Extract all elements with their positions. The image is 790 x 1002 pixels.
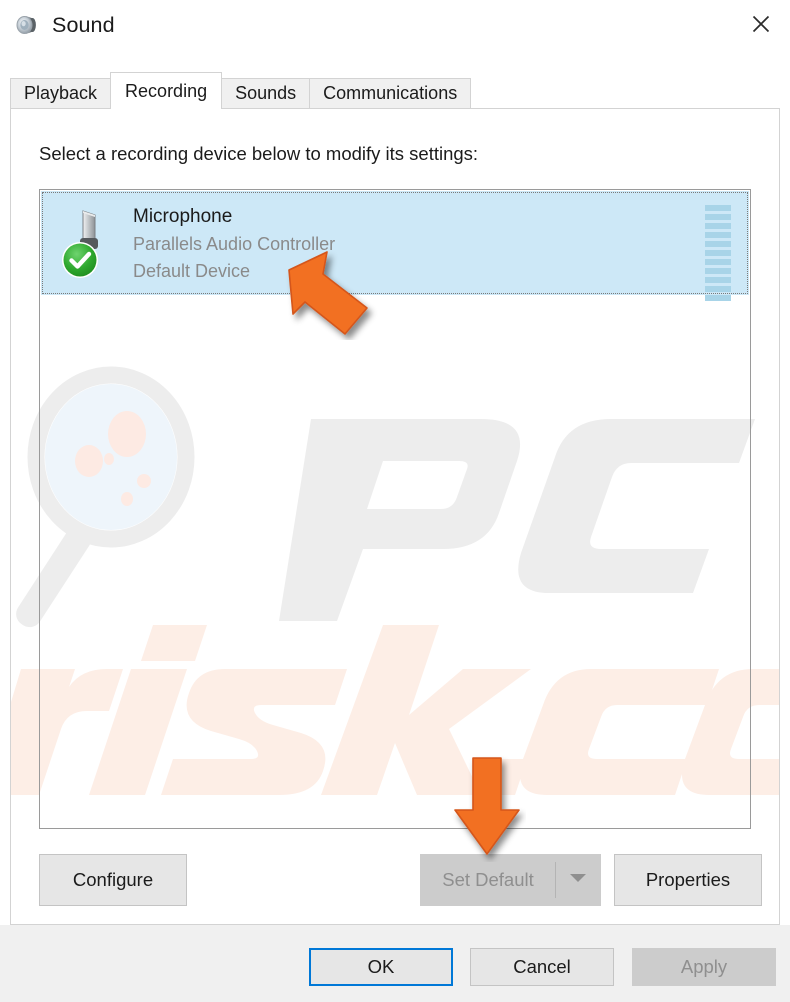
tab-sounds-label: Sounds [235, 83, 297, 103]
cancel-button-label: Cancel [513, 956, 571, 977]
tab-playback-label: Playback [24, 83, 98, 103]
meter-segment [705, 277, 731, 283]
meter-segment [705, 268, 731, 274]
panel-instruction: Select a recording device below to modif… [39, 143, 479, 164]
properties-button-label: Properties [645, 869, 731, 890]
list-item[interactable]: Microphone Parallels Audio Controller De… [41, 191, 749, 301]
speaker-icon [13, 11, 41, 39]
title-bar: Sound [0, 0, 790, 62]
tab-communications[interactable]: Communications [309, 78, 472, 108]
device-action-buttons: Configure Set Default Properties [39, 854, 762, 906]
tab-communications-label: Communications [323, 83, 458, 103]
chevron-down-icon [569, 871, 587, 889]
device-icon-group [61, 207, 123, 279]
set-default-dropdown-button[interactable] [556, 855, 600, 905]
device-name: Microphone [133, 205, 233, 227]
meter-segment [705, 232, 731, 238]
green-check-icon [61, 241, 99, 284]
tab-sounds[interactable]: Sounds [221, 78, 311, 108]
recording-device-list[interactable]: Microphone Parallels Audio Controller De… [39, 189, 751, 829]
volume-meter [705, 205, 731, 301]
dialog-footer: OK Cancel Apply [0, 925, 790, 1002]
meter-segment [705, 241, 731, 247]
tab-strip: Playback Recording Sounds Communications [10, 72, 472, 109]
device-driver: Parallels Audio Controller [133, 233, 336, 254]
device-text-group: Microphone Parallels Audio Controller De… [133, 207, 335, 280]
meter-segment [705, 259, 731, 265]
meter-segment [705, 286, 731, 292]
configure-button[interactable]: Configure [39, 854, 187, 906]
ok-button[interactable]: OK [309, 948, 453, 986]
set-default-split-button[interactable]: Set Default [420, 854, 601, 906]
tab-recording[interactable]: Recording [110, 72, 223, 109]
tab-playback[interactable]: Playback [10, 78, 112, 108]
ok-button-label: OK [367, 956, 395, 977]
device-status: Default Device [133, 260, 251, 281]
meter-segment [705, 295, 731, 301]
meter-segment [705, 205, 731, 211]
tab-recording-label: Recording [125, 80, 208, 101]
window-title: Sound [52, 13, 115, 37]
recording-tab-panel: Select a recording device below to modif… [10, 108, 780, 925]
meter-segment [705, 223, 731, 229]
title-bar-left: Sound [13, 11, 115, 39]
apply-button: Apply [632, 948, 776, 986]
cancel-button[interactable]: Cancel [470, 948, 614, 986]
close-button[interactable] [732, 0, 790, 48]
meter-segment [705, 250, 731, 256]
set-default-button[interactable]: Set Default [421, 855, 555, 905]
close-icon [751, 14, 771, 34]
meter-segment [705, 214, 731, 220]
configure-button-label: Configure [72, 869, 154, 890]
set-default-button-label: Set Default [442, 869, 534, 890]
apply-button-label: Apply [680, 956, 728, 977]
properties-button[interactable]: Properties [614, 854, 762, 906]
